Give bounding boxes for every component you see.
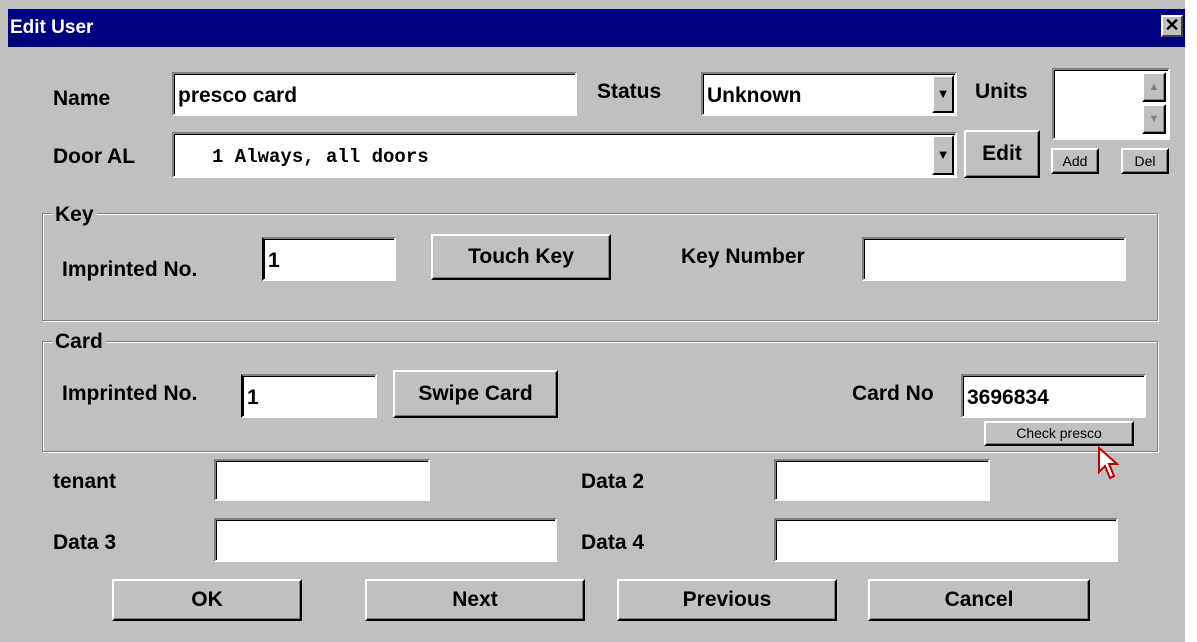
- ok-button[interactable]: OK: [112, 579, 302, 621]
- swipe-card-button[interactable]: Swipe Card: [393, 370, 558, 418]
- previous-button[interactable]: Previous: [617, 579, 837, 621]
- units-scroll-down[interactable]: ▼: [1142, 104, 1166, 134]
- card-no-input[interactable]: 3696834: [961, 374, 1146, 418]
- cancel-button[interactable]: Cancel: [868, 579, 1090, 621]
- card-no-label: Card No: [852, 382, 934, 405]
- tenant-label: tenant: [53, 470, 116, 493]
- units-label: Units: [975, 80, 1028, 103]
- door-edit-button[interactable]: Edit: [964, 130, 1040, 178]
- status-value: Unknown: [707, 84, 802, 107]
- door-al-dropdown-button[interactable]: ▼: [932, 135, 954, 175]
- chevron-down-icon: ▼: [936, 86, 950, 101]
- close-icon: ✕: [1164, 15, 1180, 35]
- name-label: Name: [53, 87, 111, 110]
- scroll-up-icon: ▲: [1148, 81, 1160, 93]
- data3-input[interactable]: [214, 518, 557, 562]
- scroll-down-icon: ▼: [1148, 113, 1160, 125]
- key-imprinted-input[interactable]: 1: [262, 237, 396, 281]
- touch-key-button[interactable]: Touch Key: [431, 234, 611, 280]
- key-group-title: Key: [52, 203, 97, 227]
- edit-user-dialog: Edit User ✕ Name presco card Status Unkn…: [0, 0, 1185, 642]
- units-del-button[interactable]: Del: [1121, 148, 1169, 174]
- units-list[interactable]: ▲ ▼: [1052, 68, 1170, 140]
- check-presco-button[interactable]: Check presco: [984, 421, 1134, 446]
- chevron-down-icon: ▼: [936, 147, 950, 162]
- card-imprinted-label: Imprinted No.: [62, 382, 198, 405]
- data3-label: Data 3: [53, 531, 117, 554]
- mouse-pointer-icon: [1098, 446, 1120, 480]
- units-scroll-up[interactable]: ▲: [1142, 72, 1166, 102]
- units-add-button[interactable]: Add: [1051, 148, 1099, 174]
- name-input[interactable]: presco card: [172, 72, 577, 116]
- close-button[interactable]: ✕: [1161, 15, 1183, 37]
- data4-input[interactable]: [774, 518, 1118, 562]
- door-al-label: Door AL: [53, 145, 136, 168]
- door-al-select[interactable]: 1 Always, all doors ▼: [172, 132, 957, 178]
- key-number-label: Key Number: [681, 245, 805, 268]
- data4-label: Data 4: [581, 531, 645, 554]
- card-group-title: Card: [52, 330, 106, 354]
- status-dropdown-button[interactable]: ▼: [932, 75, 954, 113]
- next-button[interactable]: Next: [365, 579, 585, 621]
- title-bar[interactable]: Edit User ✕: [8, 9, 1185, 47]
- status-select[interactable]: Unknown ▼: [701, 72, 957, 116]
- window-title: Edit User: [10, 17, 94, 38]
- tenant-input[interactable]: [214, 459, 430, 501]
- data2-label: Data 2: [581, 470, 645, 493]
- status-label: Status: [597, 80, 662, 103]
- key-number-input[interactable]: [862, 237, 1126, 281]
- data2-input[interactable]: [774, 459, 990, 501]
- card-imprinted-input[interactable]: 1: [241, 374, 377, 418]
- door-al-value: 1 Always, all doors: [212, 146, 429, 168]
- key-imprinted-label: Imprinted No.: [62, 258, 198, 281]
